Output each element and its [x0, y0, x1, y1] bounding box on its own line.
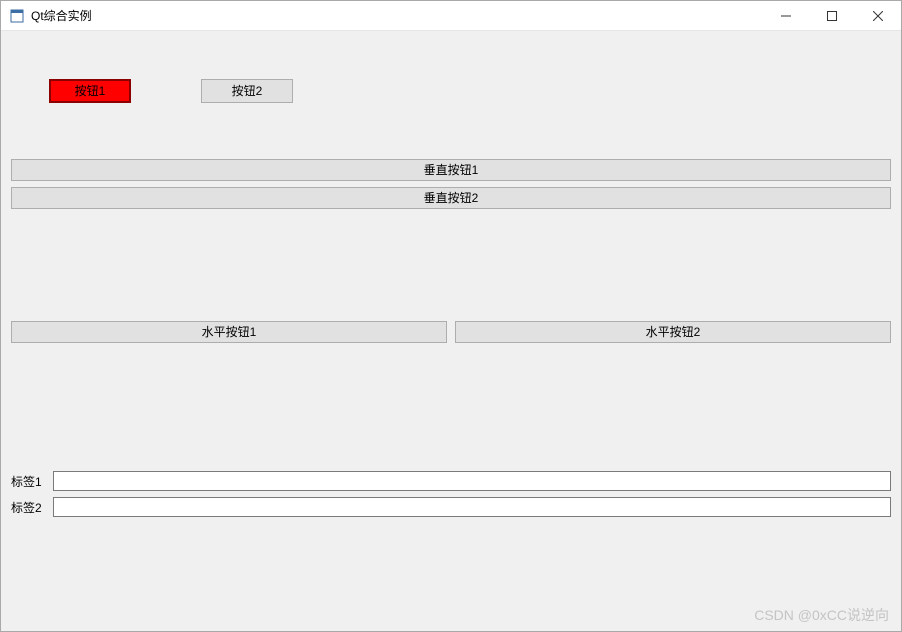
minimize-button[interactable]: [763, 1, 809, 30]
form-group: 标签1 标签2: [11, 471, 891, 517]
horizontal-button-1[interactable]: 水平按钮1: [11, 321, 447, 343]
top-button-row: 按钮1 按钮2: [49, 79, 293, 103]
main-window: Qt综合实例 按钮1 按钮2 垂直按钮1 垂直按钮2 水平按钮1 水平按钮2: [0, 0, 902, 632]
button-1[interactable]: 按钮1: [49, 79, 131, 103]
window-title: Qt综合实例: [31, 7, 763, 24]
app-icon: [9, 8, 25, 24]
label-1: 标签1: [11, 473, 47, 490]
vertical-button-group: 垂直按钮1 垂直按钮2: [11, 159, 891, 209]
horizontal-button-2[interactable]: 水平按钮2: [455, 321, 891, 343]
label-2: 标签2: [11, 499, 47, 516]
window-controls: [763, 1, 901, 30]
vertical-button-1[interactable]: 垂直按钮1: [11, 159, 891, 181]
form-row-2: 标签2: [11, 497, 891, 517]
watermark: CSDN @0xCC说逆向: [754, 605, 889, 625]
horizontal-button-group: 水平按钮1 水平按钮2: [11, 321, 891, 343]
form-row-1: 标签1: [11, 471, 891, 491]
client-area: 按钮1 按钮2 垂直按钮1 垂直按钮2 水平按钮1 水平按钮2 标签1 标签2 …: [1, 31, 901, 631]
input-2[interactable]: [53, 497, 891, 517]
titlebar: Qt综合实例: [1, 1, 901, 31]
vertical-button-2[interactable]: 垂直按钮2: [11, 187, 891, 209]
input-1[interactable]: [53, 471, 891, 491]
button-2[interactable]: 按钮2: [201, 79, 293, 103]
maximize-button[interactable]: [809, 1, 855, 30]
close-button[interactable]: [855, 1, 901, 30]
